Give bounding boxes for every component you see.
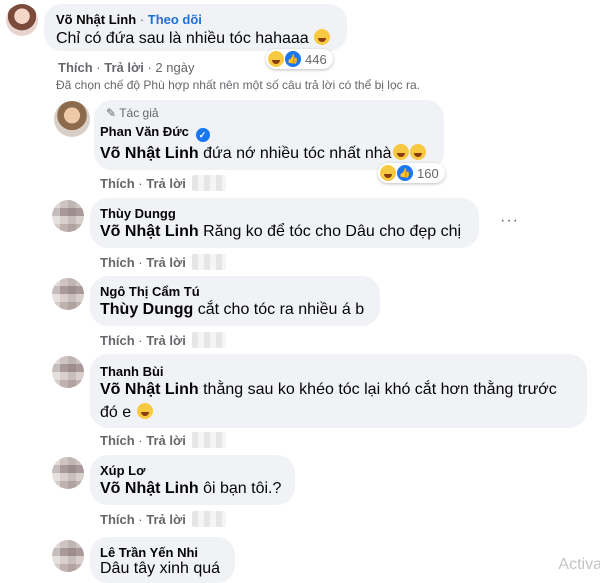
reply-text: Võ Nhật Linh thằng sau ko khéo tóc lại k… xyxy=(100,381,557,399)
avatar[interactable] xyxy=(52,540,84,572)
mention-link[interactable]: Võ Nhật Linh xyxy=(100,381,199,398)
separator-dot: · xyxy=(139,12,145,27)
reply-text-body-2: đó e xyxy=(100,404,132,421)
like-link[interactable]: Thích xyxy=(100,512,135,527)
reply-text-continued: đó e xyxy=(100,403,153,422)
avatar[interactable] xyxy=(6,4,38,36)
avatar[interactable] xyxy=(54,101,90,137)
like-link[interactable]: Thích xyxy=(100,176,135,191)
reply-actions: Thích · Trả lời xyxy=(100,433,186,448)
reaction-count: 160 xyxy=(417,165,439,181)
reply-link[interactable]: Trả lời xyxy=(146,433,186,448)
reaction-count: 446 xyxy=(305,51,327,67)
comment-author-name[interactable]: Võ Nhật Linh xyxy=(56,12,136,27)
filter-notice: Đã chọn chế độ Phù hợp nhất nên một số c… xyxy=(56,78,420,92)
reply-author-name[interactable]: Thùy Dungg xyxy=(100,206,176,221)
verified-icon: ✓ xyxy=(195,128,210,142)
comment-author[interactable]: Võ Nhật Linh · Theo dõi xyxy=(56,12,202,27)
timestamp[interactable] xyxy=(192,511,226,527)
reply-text: Võ Nhật Linh Răng ko để tóc cho Dâu cho … xyxy=(100,223,461,241)
author-tag-icon: ✎ xyxy=(106,106,117,120)
timestamp[interactable] xyxy=(192,432,226,448)
reply-author[interactable]: Phan Văn Đức ✓ xyxy=(100,124,210,142)
reply-actions: Thích · Trả lời xyxy=(100,255,186,270)
reply-actions: Thích · Trả lời xyxy=(100,176,186,191)
haha-icon xyxy=(409,144,426,160)
comment-text-body: Chỉ có đứa sau là nhiều tóc hahaaa xyxy=(56,30,309,47)
mention-link[interactable]: Võ Nhật Linh xyxy=(100,145,199,162)
reply-text-body: cắt cho tóc ra nhiều á b xyxy=(197,301,365,318)
reply-link[interactable]: Trả lời xyxy=(104,60,144,75)
reply-text: Thùy Dungg cắt cho tóc ra nhiều á b xyxy=(100,301,364,319)
follow-link[interactable]: Theo dõi xyxy=(148,12,202,27)
mention-link[interactable]: Võ Nhật Linh xyxy=(100,223,199,240)
reaction-summary[interactable]: 👍 160 xyxy=(378,163,445,183)
reply-text-body: thằng sau ko khéo tóc lại khó cắt hơn th… xyxy=(203,381,557,398)
reply-text: Võ Nhật Linh ôi bạn tôi.? xyxy=(100,480,281,498)
like-link[interactable]: Thích xyxy=(58,60,93,75)
avatar[interactable] xyxy=(52,278,84,310)
reply-author-name[interactable]: Xúp Lơ xyxy=(100,463,145,478)
haha-icon xyxy=(380,165,396,181)
haha-icon xyxy=(314,29,331,45)
timestamp[interactable] xyxy=(192,332,226,348)
like-link[interactable]: Thích xyxy=(100,333,135,348)
reply-text: Dâu tây xinh quá xyxy=(100,560,220,578)
reply-link[interactable]: Trả lời xyxy=(146,512,186,527)
like-link[interactable]: Thích xyxy=(100,433,135,448)
timestamp[interactable] xyxy=(192,254,226,270)
avatar[interactable] xyxy=(52,457,84,489)
reply-text-body: Răng ko để tóc cho Dâu cho đẹp chị xyxy=(203,223,462,240)
avatar[interactable] xyxy=(52,200,84,232)
reply-link[interactable]: Trả lời xyxy=(146,255,186,270)
reply-author-name[interactable]: Thanh Bùi xyxy=(100,364,164,379)
mention-link[interactable]: Võ Nhật Linh xyxy=(100,480,199,497)
like-icon: 👍 xyxy=(285,51,301,67)
reply-author-name[interactable]: Ngô Thị Cẩm Tú xyxy=(100,284,200,299)
reply-text-body: đứa nớ nhiều tóc nhất nhà xyxy=(203,145,392,162)
activation-watermark: Activa xyxy=(558,556,600,573)
reply-text-body: Dâu tây xinh quá xyxy=(100,560,221,577)
comment-text: Chỉ có đứa sau là nhiều tóc hahaaa xyxy=(56,29,331,48)
avatar[interactable] xyxy=(52,356,84,388)
reply-text: Võ Nhật Linh đứa nớ nhiều tóc nhất nhà xyxy=(100,144,426,163)
timestamp[interactable]: 2 ngày xyxy=(155,60,194,75)
more-options-icon[interactable]: ··· xyxy=(500,212,519,230)
like-icon: 👍 xyxy=(397,165,413,181)
mention-link[interactable]: Thùy Dungg xyxy=(100,301,193,318)
reply-link[interactable]: Trả lời xyxy=(146,333,186,348)
rofl-icon xyxy=(136,403,153,419)
reply-author[interactable]: Thanh Bùi xyxy=(100,364,164,379)
reply-text-body: ôi bạn tôi.? xyxy=(203,480,282,497)
reaction-summary[interactable]: 👍 446 xyxy=(266,49,333,69)
haha-icon xyxy=(392,144,409,160)
reply-author[interactable]: Thùy Dungg xyxy=(100,206,176,221)
reply-author-name[interactable]: Lê Trần Yến Nhi xyxy=(100,545,198,560)
reply-author[interactable]: Xúp Lơ xyxy=(100,463,145,478)
comment-actions: Thích · Trả lời · 2 ngày xyxy=(58,60,195,75)
author-badge: ✎ Tác giả xyxy=(106,106,159,120)
like-link[interactable]: Thích xyxy=(100,255,135,270)
reply-author[interactable]: Ngô Thị Cẩm Tú xyxy=(100,284,200,299)
reply-author[interactable]: Lê Trần Yến Nhi xyxy=(100,545,198,560)
author-tag-label: Tác giả xyxy=(119,106,159,120)
timestamp[interactable] xyxy=(192,175,226,191)
reply-actions: Thích · Trả lời xyxy=(100,512,186,527)
reply-author-name[interactable]: Phan Văn Đức xyxy=(100,124,189,139)
haha-icon xyxy=(268,51,284,67)
reply-link[interactable]: Trả lời xyxy=(146,176,186,191)
reply-actions: Thích · Trả lời xyxy=(100,333,186,348)
